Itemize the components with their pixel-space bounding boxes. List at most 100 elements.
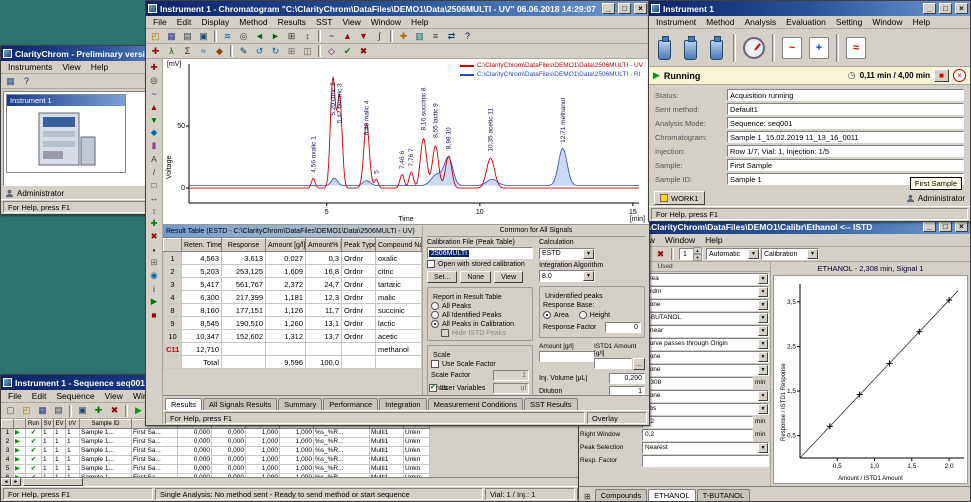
marker-icon[interactable]: ◆ bbox=[212, 45, 227, 58]
dropdown-arrow-icon[interactable]: ▼ bbox=[583, 249, 594, 259]
sequence-row[interactable]: 4▶✔111Sample 1...First Sa...0,0000,0001,… bbox=[2, 456, 430, 465]
istd-amount-field[interactable] bbox=[594, 358, 632, 369]
undo-icon[interactable]: ↺ bbox=[252, 45, 267, 58]
tile-icon[interactable]: ◫ bbox=[300, 45, 315, 58]
menu-sst[interactable]: SST bbox=[311, 17, 338, 27]
integration-algorithm-dropdown[interactable]: 8.0▼ bbox=[539, 270, 595, 282]
sequence-row[interactable]: 1▶✔111Sample 1...First Sa...0,0000,0001,… bbox=[2, 429, 430, 438]
scroll-thumb[interactable] bbox=[23, 478, 83, 486]
single-analysis-icon[interactable] bbox=[658, 40, 671, 60]
tab-results[interactable]: Results bbox=[165, 398, 202, 410]
cursor-icon[interactable]: ✚ bbox=[148, 45, 163, 58]
delete-row-icon[interactable]: ✖ bbox=[107, 404, 122, 417]
sequence-row[interactable]: 2▶✔111Sample 1...First Sa...0,0000,0001,… bbox=[2, 438, 430, 447]
radio-all-peaks[interactable]: All Peaks bbox=[431, 302, 529, 310]
compound-number-spinner[interactable]: 1 ▲▼ bbox=[679, 248, 703, 260]
calculation-dropdown[interactable]: ESTD▼ bbox=[539, 248, 595, 260]
menu-view[interactable]: View bbox=[100, 391, 128, 401]
stop-button[interactable]: ■ bbox=[934, 69, 949, 82]
radio-all-peaks-in-calibration[interactable]: All Peaks in Calibration bbox=[431, 320, 529, 328]
stop-icon[interactable]: ■ bbox=[147, 308, 161, 321]
split-peak-tool-icon[interactable]: ◆ bbox=[147, 126, 161, 139]
chromatogram-window-icon[interactable]: ~ bbox=[782, 37, 802, 59]
help-icon[interactable]: ? bbox=[460, 30, 475, 43]
menu-analysis[interactable]: Analysis bbox=[740, 17, 782, 27]
param-value[interactable]: None▼ bbox=[642, 390, 769, 402]
copy-row-icon[interactable]: ▣ bbox=[75, 404, 90, 417]
chromatogram-plot[interactable]: 510150504,56 oxalic 15,20 citric 25,42 t… bbox=[163, 59, 649, 225]
work1-button[interactable]: WORK1 bbox=[654, 191, 705, 205]
dropdown-arrow-icon[interactable]: ▼ bbox=[758, 352, 768, 362]
grid-icon[interactable]: ⊞ bbox=[581, 492, 594, 501]
dropdown-arrow-icon[interactable]: ▼ bbox=[758, 274, 768, 284]
redo-icon[interactable]: ↻ bbox=[268, 45, 283, 58]
valley-tool-icon[interactable]: ▼ bbox=[147, 113, 161, 126]
param-value[interactable]: None▼ bbox=[642, 364, 769, 376]
calibration-plot[interactable]: 0,51,01,52,00,51,52,53,5 Response / ISTD… bbox=[773, 275, 968, 484]
param-value[interactable]: Area▼ bbox=[642, 273, 769, 285]
menu-view[interactable]: View bbox=[57, 62, 85, 72]
menu-results[interactable]: Results bbox=[273, 17, 311, 27]
response-factor-field[interactable]: 0 bbox=[605, 322, 641, 333]
param-value[interactable]: Abs▼ bbox=[642, 403, 769, 415]
tab-integration[interactable]: Integration bbox=[379, 398, 426, 410]
none-button[interactable]: None bbox=[460, 271, 491, 283]
close-button[interactable]: × bbox=[955, 3, 968, 14]
spin-down-icon[interactable]: ▼ bbox=[693, 254, 702, 261]
calibration-window-icon[interactable]: + bbox=[809, 37, 829, 59]
tab-measurement-conditions[interactable]: Measurement Conditions bbox=[428, 398, 523, 410]
dropdown-arrow-icon[interactable]: ▼ bbox=[758, 300, 768, 310]
result-table-icon[interactable]: ▥ bbox=[412, 30, 427, 43]
fit-to-axes-icon[interactable]: ⊞ bbox=[284, 30, 299, 43]
set-button[interactable]: Set... bbox=[427, 271, 457, 283]
menu-help[interactable]: Help bbox=[700, 235, 727, 245]
menu-file[interactable]: File bbox=[3, 391, 27, 401]
lock-scale-icon[interactable]: ▪ bbox=[147, 243, 161, 256]
title-bar[interactable]: Instrument 1 - Chromatogram "C:\ClarityC… bbox=[146, 1, 649, 16]
radio-area[interactable]: Area bbox=[543, 311, 569, 319]
sum-icon[interactable]: Σ bbox=[180, 45, 195, 58]
tab-performance[interactable]: Performance bbox=[323, 398, 378, 410]
info-icon[interactable]: i bbox=[147, 282, 161, 295]
param-value[interactable]: 0,2 bbox=[642, 416, 753, 428]
radio-height[interactable]: Height bbox=[579, 311, 610, 319]
result-row[interactable]: 35,417561,7672,37224,7Ordnrtartaric bbox=[164, 278, 422, 291]
minimize-button[interactable]: _ bbox=[602, 3, 615, 14]
rect-tool-icon[interactable]: □ bbox=[147, 178, 161, 191]
clear-calibration-icon[interactable]: ✖ bbox=[653, 248, 668, 261]
menu-setting[interactable]: Setting bbox=[831, 17, 867, 27]
label-tool-icon[interactable]: A bbox=[147, 152, 161, 165]
add-peak-icon[interactable]: ✚ bbox=[147, 217, 161, 230]
minimize-button[interactable]: _ bbox=[923, 3, 936, 14]
dropdown-arrow-icon[interactable]: ▼ bbox=[758, 391, 768, 401]
select-tool-icon[interactable]: ✚ bbox=[147, 61, 161, 74]
result-row[interactable]: 46,300217,3991,18112,3Ordnrmalic bbox=[164, 291, 422, 304]
menu-help[interactable]: Help bbox=[86, 62, 113, 72]
copy-icon[interactable]: ▣ bbox=[196, 30, 211, 43]
sequence-run-icon[interactable] bbox=[684, 40, 697, 60]
calibration-file-input[interactable]: 2506MULTI bbox=[427, 247, 533, 259]
check-user-variables[interactable]: User Variables bbox=[429, 384, 643, 392]
annotate-icon[interactable]: ✎ bbox=[236, 45, 251, 58]
grid-snap-icon[interactable]: ⊞ bbox=[147, 256, 161, 269]
sequence-row[interactable]: 5▶✔111Sample 1...First Sa...0,0000,0001,… bbox=[2, 465, 430, 474]
data-acquisition-icon[interactable]: ≈ bbox=[846, 37, 866, 59]
menu-edit[interactable]: Edit bbox=[172, 17, 197, 27]
param-value[interactable]: None▼ bbox=[642, 351, 769, 363]
view-mode-dropdown[interactable]: Calibration ▼ bbox=[761, 248, 819, 260]
next-zoom-icon[interactable]: ► bbox=[268, 30, 283, 43]
param-value[interactable]: 0,2 bbox=[642, 429, 753, 441]
menu-window[interactable]: Window bbox=[867, 17, 907, 27]
move-horizontal-icon[interactable]: ↔ bbox=[147, 191, 161, 204]
properties-icon[interactable]: ◇ bbox=[324, 45, 339, 58]
delete-peak-icon[interactable]: ✖ bbox=[147, 230, 161, 243]
spin-up-icon[interactable]: ▲ bbox=[693, 247, 702, 254]
dropdown-arrow-icon[interactable]: ▼ bbox=[758, 313, 768, 323]
menu-method[interactable]: Method bbox=[234, 17, 272, 27]
save-sequence-icon[interactable]: ▦ bbox=[35, 404, 50, 417]
instrument-shortcut[interactable]: Instrument 1 bbox=[6, 94, 126, 173]
menu-instruments[interactable]: Instruments bbox=[3, 62, 57, 72]
horizontal-scrollbar[interactable]: ◄ ► bbox=[1, 477, 649, 486]
param-value[interactable]: Nearest▼ bbox=[642, 442, 769, 454]
baseline-tool-icon[interactable]: ~ bbox=[147, 87, 161, 100]
